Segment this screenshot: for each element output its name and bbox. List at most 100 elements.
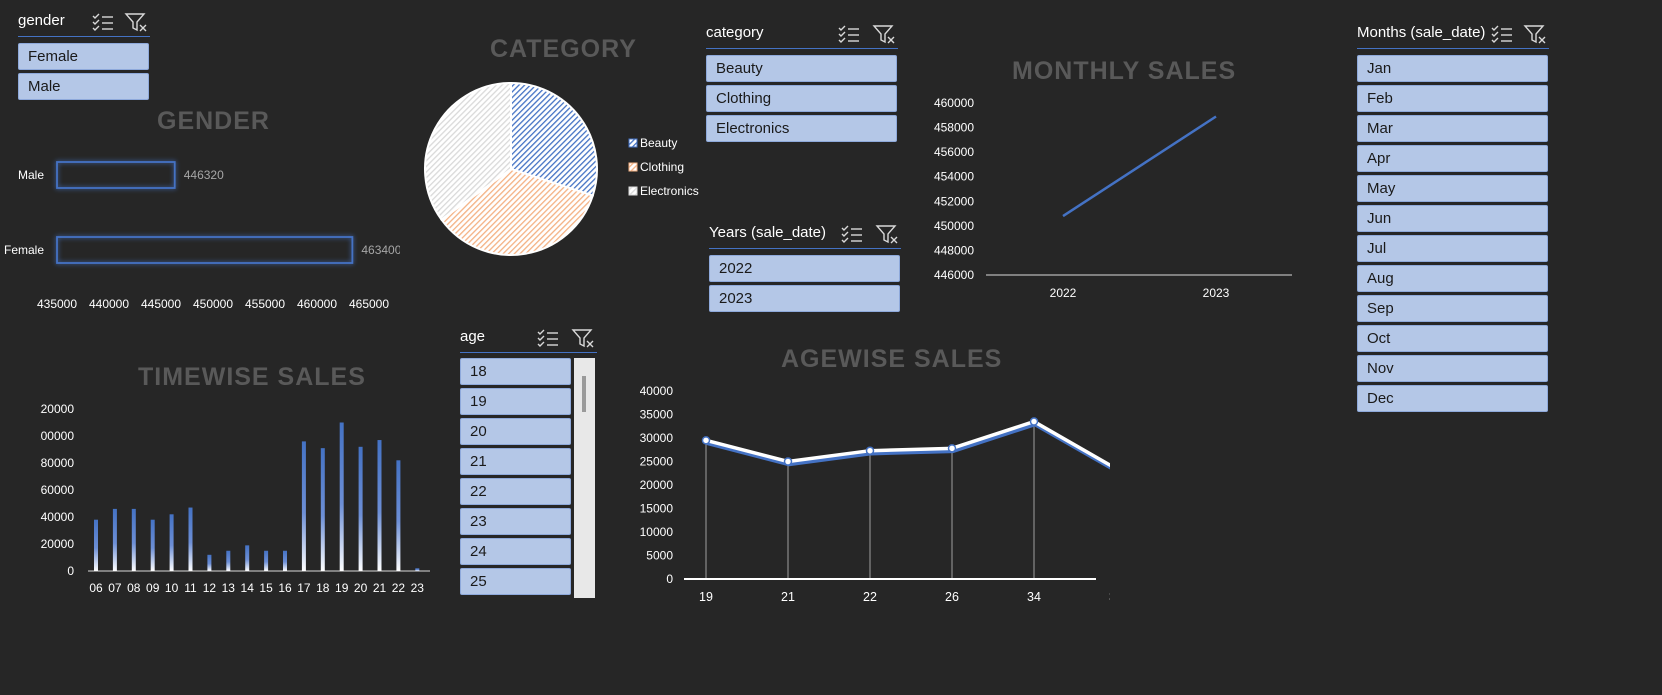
category-item-clothing[interactable]: Clothing bbox=[706, 85, 897, 112]
age-scrollbar[interactable] bbox=[574, 358, 595, 598]
agewise-y-tick: 0 bbox=[666, 572, 673, 586]
multi-select-icon[interactable] bbox=[92, 12, 114, 32]
months-item[interactable]: Jun bbox=[1357, 205, 1548, 232]
age-item[interactable]: 22 bbox=[460, 478, 571, 505]
multi-select-icon[interactable] bbox=[838, 24, 860, 44]
gender-bar bbox=[56, 236, 354, 264]
checkmark-glyph bbox=[841, 237, 849, 243]
funnel-glyph bbox=[124, 13, 146, 32]
timewise-bar bbox=[94, 519, 98, 571]
months-item[interactable]: May bbox=[1357, 175, 1548, 202]
legend-swatch-clothing bbox=[628, 162, 638, 172]
timewise-x-tick: 12 bbox=[203, 581, 217, 595]
agewise-sales-chart-title: AGEWISE SALES bbox=[781, 345, 1003, 373]
age-item[interactable]: 18 bbox=[460, 358, 571, 385]
gender-bar-chart: Male 446320 Female 463400 435000 440000 445000… bbox=[4, 161, 400, 311]
months-item[interactable]: Dec bbox=[1357, 385, 1548, 412]
age-item[interactable]: 20 bbox=[460, 418, 571, 445]
category-item-beauty[interactable]: Beauty bbox=[706, 55, 897, 82]
months-item[interactable]: Apr bbox=[1357, 145, 1548, 172]
clear-filter-icon[interactable] bbox=[124, 11, 148, 33]
funnel-glyph bbox=[571, 329, 593, 348]
monthly-x-tick: 2022 bbox=[1050, 286, 1077, 300]
gender-x-tick: 455000 bbox=[245, 297, 285, 311]
age-slicer-title: age bbox=[460, 328, 486, 345]
multi-select-icon[interactable] bbox=[1491, 24, 1513, 44]
legend-label-electronics: Electronics bbox=[640, 184, 699, 198]
gender-item-male[interactable]: Male bbox=[18, 73, 149, 100]
timewise-sales-chart-title: TIMEWISE SALES bbox=[138, 363, 366, 391]
gender-item-female[interactable]: Female bbox=[18, 43, 149, 70]
years-item-2023[interactable]: 2023 bbox=[709, 285, 900, 312]
timewise-x-tick: 09 bbox=[146, 581, 160, 595]
clear-filter-icon[interactable] bbox=[1523, 23, 1547, 45]
timewise-bar bbox=[226, 550, 231, 571]
checkmark-glyph bbox=[537, 335, 545, 341]
agewise-marker bbox=[947, 444, 957, 453]
agewise-y-tick: 30000 bbox=[640, 431, 673, 445]
funnel-glyph bbox=[875, 225, 897, 244]
agewise-y-tick: 5000 bbox=[646, 549, 673, 563]
monthly-y-tick: 450000 bbox=[934, 219, 974, 233]
multi-select-icon[interactable] bbox=[537, 328, 559, 348]
agewise-x-tick: 21 bbox=[781, 590, 795, 604]
age-item[interactable]: 19 bbox=[460, 388, 571, 415]
timewise-x-tick: 17 bbox=[297, 581, 311, 595]
months-item[interactable]: Feb bbox=[1357, 85, 1548, 112]
agewise-y-tick: 20000 bbox=[640, 478, 673, 492]
agewise-x-tick: 26 bbox=[945, 590, 959, 604]
months-item[interactable]: Jul bbox=[1357, 235, 1548, 262]
agewise-x-tick: 19 bbox=[699, 590, 713, 604]
monthly-y-tick: 458000 bbox=[934, 121, 974, 135]
timewise-bar bbox=[112, 508, 117, 571]
months-item[interactable]: Sep bbox=[1357, 295, 1548, 322]
gender-category-label: Male bbox=[18, 168, 44, 182]
age-item[interactable]: 23 bbox=[460, 508, 571, 535]
months-item[interactable]: Oct bbox=[1357, 325, 1548, 352]
multi-select-icon[interactable] bbox=[841, 224, 863, 244]
agewise-y-tick: 15000 bbox=[640, 502, 673, 516]
age-scrollbar-thumb[interactable] bbox=[582, 376, 586, 412]
agewise-x-tick: 34 bbox=[1027, 590, 1041, 604]
category-slicer-header: category bbox=[706, 22, 898, 49]
checkmark-glyph bbox=[841, 231, 849, 237]
months-item[interactable]: Mar bbox=[1357, 115, 1548, 142]
monthly-sales-chart-title: MONTHLY SALES bbox=[1012, 57, 1237, 85]
legend-label-beauty: Beauty bbox=[640, 136, 677, 150]
checkmark-glyph bbox=[92, 13, 100, 19]
x-glyph bbox=[586, 340, 594, 348]
months-slicer-title: Months (sale_date) bbox=[1357, 24, 1486, 41]
legend-swatch-electronics bbox=[628, 186, 638, 196]
clear-filter-icon[interactable] bbox=[875, 223, 899, 245]
funnel-glyph bbox=[872, 25, 894, 44]
agewise-y-tick: 25000 bbox=[640, 455, 673, 469]
years-item-2022[interactable]: 2022 bbox=[709, 255, 900, 282]
timewise-bar bbox=[283, 550, 287, 571]
monthly-y-tick: 452000 bbox=[934, 194, 974, 208]
x-glyph bbox=[1538, 36, 1546, 44]
months-item[interactable]: Jan bbox=[1357, 55, 1548, 82]
age-slicer-header: age bbox=[460, 326, 597, 353]
months-item[interactable]: Nov bbox=[1357, 355, 1548, 382]
timewise-y-tick: 120000 bbox=[40, 402, 74, 416]
age-item[interactable]: 25 bbox=[460, 568, 571, 595]
gender-data-label: 446320 bbox=[184, 168, 224, 182]
clear-filter-icon[interactable] bbox=[571, 327, 595, 349]
agewise-y-tick: 40000 bbox=[640, 384, 673, 398]
monthly-y-tick: 448000 bbox=[934, 243, 974, 257]
timewise-y-tick: 40000 bbox=[41, 510, 75, 524]
timewise-x-tick: 11 bbox=[184, 581, 197, 595]
age-item[interactable]: 24 bbox=[460, 538, 571, 565]
age-item[interactable]: 21 bbox=[460, 448, 571, 475]
clear-filter-icon[interactable] bbox=[872, 23, 896, 45]
gender-chart-title: GENDER bbox=[157, 107, 270, 135]
months-item[interactable]: Aug bbox=[1357, 265, 1548, 292]
timewise-bar bbox=[150, 519, 155, 571]
checkmark-glyph bbox=[1491, 37, 1499, 43]
category-slicer-title: category bbox=[706, 24, 764, 41]
timewise-x-tick: 14 bbox=[241, 581, 255, 595]
category-item-electronics[interactable]: Electronics bbox=[706, 115, 897, 142]
gender-bar bbox=[56, 161, 176, 189]
checkmark-glyph bbox=[841, 225, 849, 231]
gender-x-tick: 460000 bbox=[297, 297, 337, 311]
